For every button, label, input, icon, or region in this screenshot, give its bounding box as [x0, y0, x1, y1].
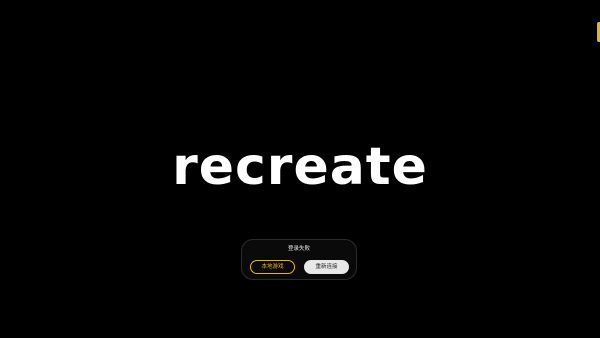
login-failed-dialog: 登录失败 本地游戏 重新连接 [241, 239, 357, 280]
game-logo: recreate [172, 137, 428, 197]
local-game-button[interactable]: 本地游戏 [250, 260, 295, 274]
game-screen: recreate 登录失败 本地游戏 重新连接 [0, 0, 600, 338]
dialog-title: 登录失败 [287, 246, 310, 252]
reconnect-button[interactable]: 重新连接 [304, 260, 349, 274]
